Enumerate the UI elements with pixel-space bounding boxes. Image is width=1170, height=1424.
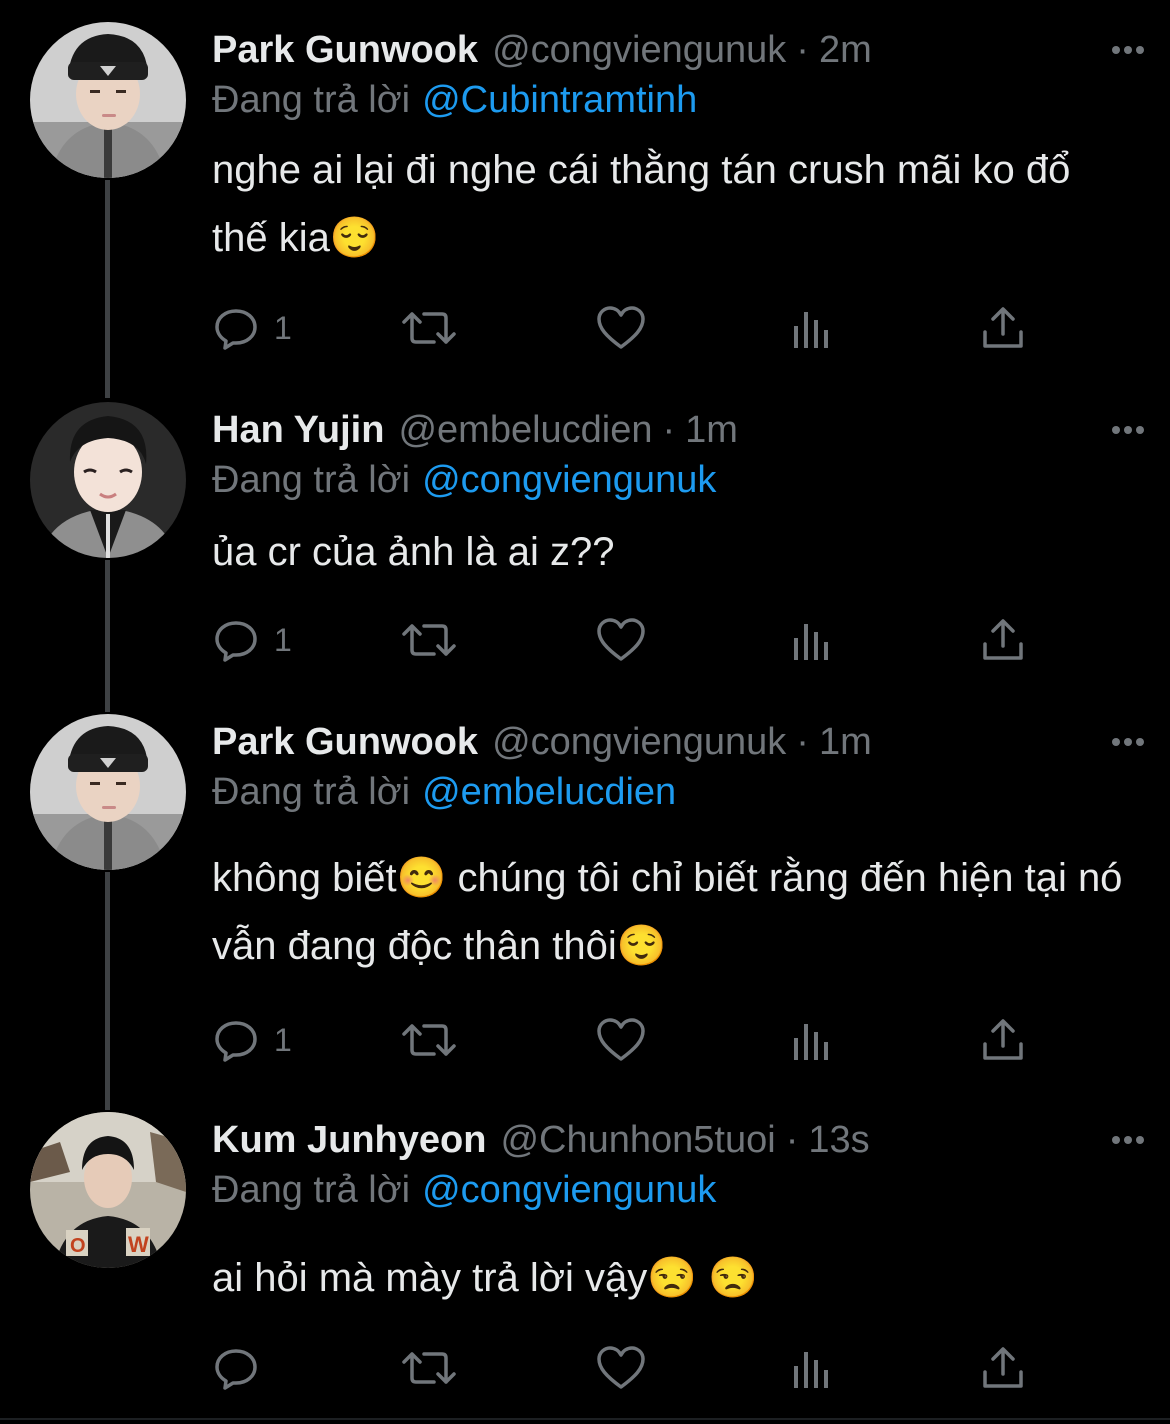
retweet-button[interactable] — [400, 612, 458, 668]
share-button[interactable] — [980, 1340, 1026, 1396]
like-button[interactable] — [596, 1340, 646, 1396]
mention-link[interactable]: @Cubintramtinh — [422, 79, 697, 121]
tweet[interactable]: O W Kum Junhyeon @Chunhon5tuoi · 13s Đang t… — [0, 1110, 1170, 1410]
replying-to: Đang trả lời @embelucdien — [212, 764, 676, 820]
more-options-icon[interactable] — [1108, 414, 1148, 446]
retweet-icon — [400, 616, 458, 664]
reply-icon — [212, 304, 260, 352]
analytics-button[interactable] — [790, 1340, 834, 1396]
user-handle[interactable]: @Chunhon5tuoi — [500, 1119, 775, 1161]
like-icon — [596, 304, 646, 352]
replying-to: Đang trả lời @congviengunuk — [212, 452, 716, 508]
analytics-button[interactable] — [790, 1012, 834, 1068]
tweet-header: Han Yujin @embelucdien · 1m — [212, 400, 738, 460]
avatar[interactable] — [30, 402, 186, 558]
more-options-icon[interactable] — [1108, 726, 1148, 758]
mention-link[interactable]: @embelucdien — [422, 771, 676, 813]
like-button[interactable] — [596, 1012, 646, 1068]
share-icon — [980, 1016, 1026, 1064]
avatar[interactable]: O W — [30, 1112, 186, 1268]
timestamp[interactable]: 1m — [819, 721, 872, 763]
timestamp[interactable]: 13s — [808, 1119, 869, 1161]
separator-dot: · — [796, 721, 809, 763]
replying-to: Đang trả lời @Cubintramtinh — [212, 72, 697, 128]
analytics-button[interactable] — [790, 300, 834, 356]
tweet[interactable]: Park Gunwook @congviengunuk · 1m Đang trả l… — [0, 712, 1170, 1102]
analytics-icon — [790, 1016, 834, 1064]
tweet-actions: 1 — [212, 300, 1092, 356]
tweet-actions: 1 — [212, 1012, 1092, 1068]
retweet-button[interactable] — [400, 300, 458, 356]
retweet-icon — [400, 304, 458, 352]
user-handle[interactable]: @congviengunuk — [492, 721, 786, 763]
share-button[interactable] — [980, 612, 1026, 668]
tweet[interactable]: Han Yujin @embelucdien · 1m Đang trả lời @co… — [0, 400, 1170, 700]
tweet-text: không biết😊 chúng tôi chỉ biết rằng đến … — [212, 856, 1123, 968]
reply-icon — [212, 1016, 260, 1064]
replying-to: Đang trả lời @congviengunuk — [212, 1162, 716, 1218]
analytics-icon — [790, 1344, 834, 1392]
reply-icon — [212, 1344, 260, 1392]
tweet-text: ai hỏi mà mày trả lời vậy😒 😒 — [212, 1256, 758, 1300]
replying-to-label: Đang trả lời — [212, 771, 411, 813]
share-button[interactable] — [980, 1012, 1026, 1068]
timestamp[interactable]: 2m — [819, 29, 872, 71]
display-name[interactable]: Park Gunwook — [212, 29, 478, 71]
reply-icon — [212, 616, 260, 664]
user-handle[interactable]: @embelucdien — [398, 409, 652, 451]
retweet-button[interactable] — [400, 1340, 458, 1396]
share-icon — [980, 304, 1026, 352]
svg-text:W: W — [128, 1232, 149, 1257]
display-name[interactable]: Han Yujin — [212, 409, 384, 451]
analytics-icon — [790, 304, 834, 352]
like-button[interactable] — [596, 300, 646, 356]
share-button[interactable] — [980, 300, 1026, 356]
tweet-thread: Park Gunwook @congviengunuk · 2m Đang trả l… — [0, 0, 1170, 1424]
replying-to-label: Đang trả lời — [212, 1169, 411, 1211]
tweet-actions — [212, 1340, 1092, 1396]
retweet-icon — [400, 1016, 458, 1064]
like-icon — [596, 1016, 646, 1064]
svg-text:O: O — [70, 1235, 86, 1257]
separator-dot: · — [785, 1119, 799, 1161]
display-name[interactable]: Kum Junhyeon — [212, 1119, 486, 1161]
separator-dot: · — [796, 29, 809, 71]
mention-link[interactable]: @congviengunuk — [422, 1169, 716, 1211]
retweet-icon — [400, 1344, 458, 1392]
reply-button[interactable]: 1 — [212, 1012, 292, 1068]
retweet-button[interactable] — [400, 1012, 458, 1068]
reply-button[interactable]: 1 — [212, 612, 292, 668]
replying-to-label: Đang trả lời — [212, 79, 411, 121]
reply-count: 1 — [274, 1021, 292, 1058]
avatar[interactable] — [30, 714, 186, 870]
like-icon — [596, 1344, 646, 1392]
more-options-icon[interactable] — [1108, 34, 1148, 66]
mention-link[interactable]: @congviengunuk — [422, 459, 716, 501]
tweet-text: nghe ai lại đi nghe cái thằng tán crush … — [212, 148, 1071, 260]
reply-count: 1 — [274, 621, 292, 658]
tweet-header: Kum Junhyeon @Chunhon5tuoi · 13s — [212, 1110, 870, 1170]
more-options-icon[interactable] — [1108, 1124, 1148, 1156]
tweet-text: ủa cr của ảnh là ai z?? — [212, 530, 615, 574]
analytics-icon — [790, 616, 834, 664]
tweet-actions: 1 — [212, 612, 1092, 668]
separator-dot: · — [662, 409, 676, 451]
share-icon — [980, 616, 1026, 664]
tweet-header: Park Gunwook @congviengunuk · 2m — [212, 20, 872, 80]
timestamp[interactable]: 1m — [685, 409, 738, 451]
reply-button[interactable] — [212, 1340, 274, 1396]
analytics-button[interactable] — [790, 612, 834, 668]
share-icon — [980, 1344, 1026, 1392]
user-handle[interactable]: @congviengunuk — [492, 29, 786, 71]
avatar[interactable] — [30, 22, 186, 178]
tweet-header: Park Gunwook @congviengunuk · 1m — [212, 712, 872, 772]
like-icon — [596, 616, 646, 664]
tweet[interactable]: Park Gunwook @congviengunuk · 2m Đang trả l… — [0, 20, 1170, 390]
like-button[interactable] — [596, 612, 646, 668]
reply-count: 1 — [274, 309, 292, 346]
display-name[interactable]: Park Gunwook — [212, 721, 478, 763]
divider — [0, 1418, 1170, 1420]
replying-to-label: Đang trả lời — [212, 459, 411, 501]
reply-button[interactable]: 1 — [212, 300, 292, 356]
